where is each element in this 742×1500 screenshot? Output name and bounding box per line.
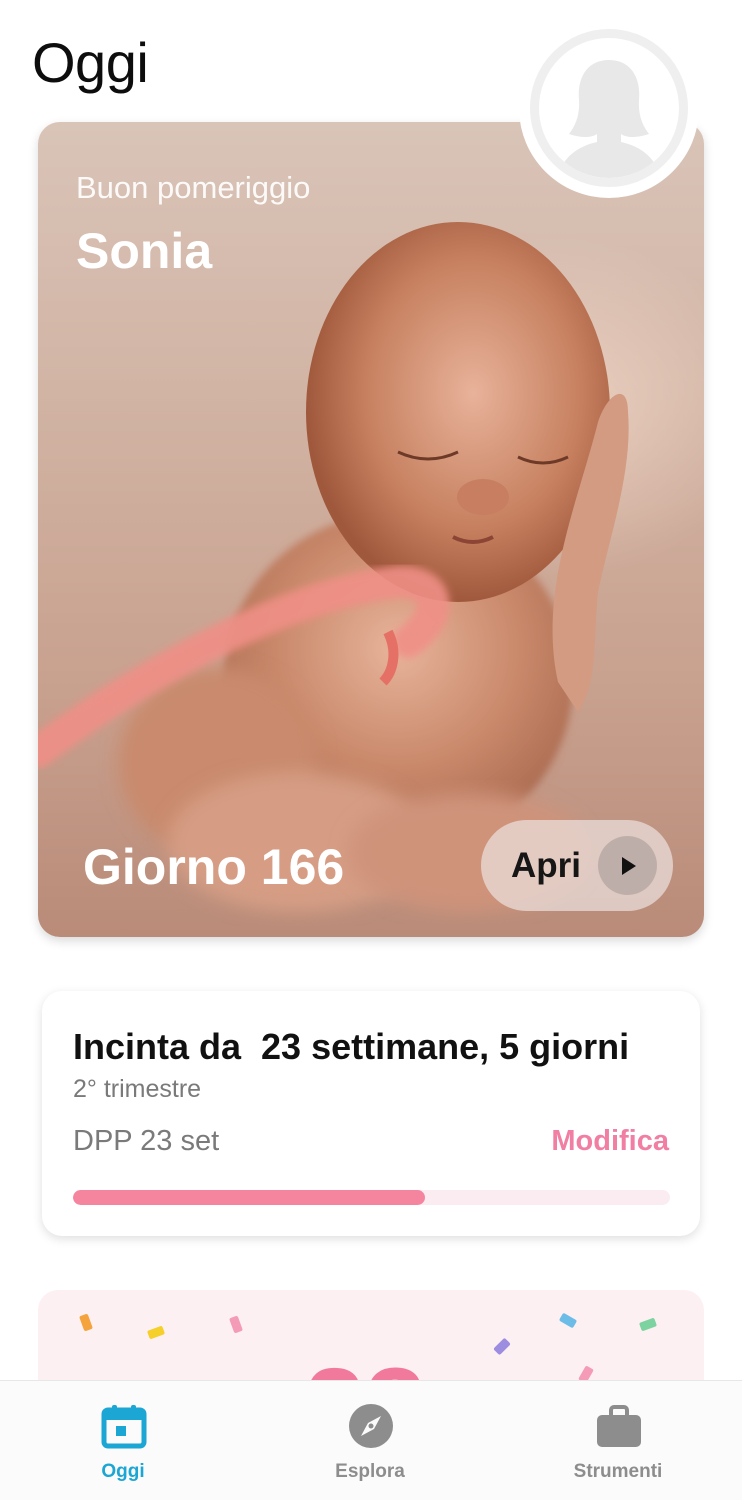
calendar-icon — [101, 1405, 147, 1449]
play-icon — [598, 836, 657, 895]
profile-avatar[interactable] — [519, 18, 699, 198]
confetti-piece — [558, 1312, 578, 1329]
confetti-piece — [79, 1313, 93, 1332]
open-button-label: Apri — [511, 845, 581, 885]
confetti-piece — [493, 1337, 511, 1356]
page-title: Oggi — [32, 31, 149, 94]
user-name: Sonia — [76, 223, 213, 279]
nav-item-esplora[interactable]: Esplora — [290, 1381, 450, 1500]
nav-label-esplora: Esplora — [335, 1461, 405, 1482]
edit-button[interactable]: Modifica — [551, 1125, 669, 1158]
day-counter: Giorno 166 — [83, 839, 345, 895]
compass-icon — [349, 1404, 393, 1448]
pregnancy-progress-fill — [73, 1190, 426, 1205]
bottom-navigation: Oggi Esplora Strumenti — [0, 1380, 742, 1500]
confetti-piece — [146, 1325, 166, 1340]
open-button[interactable]: Apri — [481, 820, 673, 911]
confetti-piece — [229, 1315, 243, 1334]
pregnancy-status-card: Incinta da 23 settimane, 5 giorni 2° tri… — [42, 991, 700, 1236]
user-silhouette-icon — [557, 60, 661, 178]
hero-card[interactable]: Buon pomeriggio Sonia Giorno 166 Apri — [38, 122, 704, 937]
nav-label-oggi: Oggi — [101, 1461, 145, 1482]
confetti-piece — [638, 1317, 658, 1332]
pregnancy-headline: Incinta da 23 settimane, 5 giorni — [73, 1026, 630, 1067]
greeting-text: Buon pomeriggio — [76, 170, 311, 205]
briefcase-icon — [597, 1405, 641, 1447]
trimester-label: 2° trimestre — [73, 1075, 202, 1103]
nav-item-oggi[interactable]: Oggi — [43, 1381, 203, 1500]
nav-label-strumenti: Strumenti — [573, 1461, 663, 1482]
nav-item-strumenti[interactable]: Strumenti — [538, 1381, 698, 1500]
due-date: DPP 23 set — [73, 1125, 220, 1157]
pregnancy-progress-bar — [73, 1190, 670, 1205]
